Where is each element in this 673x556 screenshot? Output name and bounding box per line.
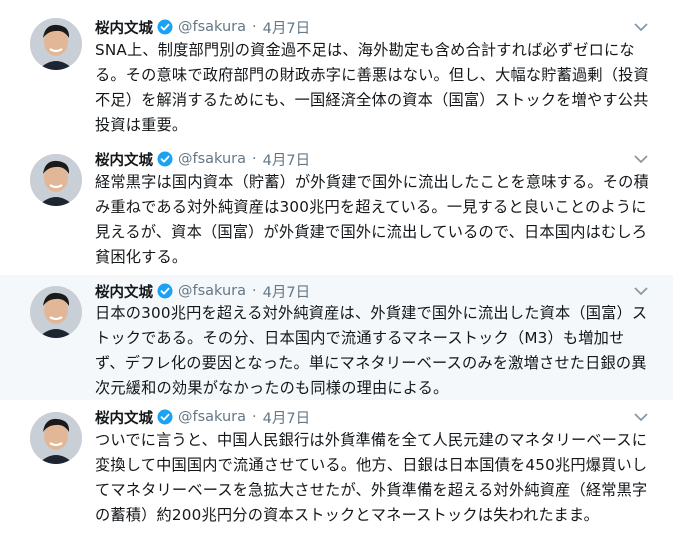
tweet-text-line: み重ねである対外純資産は300兆円を超えている。一見すると良いことのように [95,198,647,216]
separator: · [252,19,257,35]
author-handle[interactable]: @fsakura [178,151,246,167]
tweet[interactable]: 桜内文城 @fsakura · 4月7日 日本の300兆円を超える対外純資産は、… [0,275,673,400]
verified-badge-icon [157,409,173,425]
tweet-text: 日本の300兆円を超える対外純資産は、外貨建で国外に流出した資本（国富）ス トッ… [95,301,655,401]
author-name[interactable]: 桜内文城 [95,149,153,170]
tweet-text-line: SNA上、制度部門別の資金過不足は、海外勘定も含め合計すれば必ずゼロにな [95,41,635,59]
tweet-text-line: 見えるが、資本（国富）が外貨建で国外に流出しているので、日本国内はむしろ [95,223,648,241]
tweet-header: 桜内文城 @fsakura · 4月7日 [95,280,310,302]
tweet-text: SNA上、制度部門別の資金過不足は、海外勘定も含め合計すれば必ずゼロにな る。そ… [95,38,655,138]
verified-badge-icon [157,151,173,167]
verified-badge-icon [157,283,173,299]
chevron-down-icon[interactable] [631,407,651,427]
verified-badge-icon [157,19,173,35]
avatar[interactable] [30,154,82,206]
author-name[interactable]: 桜内文城 [95,281,153,302]
tweet-text-line: る。その意味で政府部門の財政赤字に善悪はない。但し、大幅な貯蓄過剰（投資 [95,66,649,84]
author-handle[interactable]: @fsakura [178,409,246,425]
tweet-text-line: 貧困化する。 [95,248,188,266]
tweet-header: 桜内文城 @fsakura · 4月7日 [95,148,310,170]
tweet-text: ついでに言うと、中国人民銀行は外貨準備を全て人民元建のマネタリーベースに 変換し… [95,428,655,528]
tweet-text-line: ついでに言うと、中国人民銀行は外貨準備を全て人民元建のマネタリーベースに [95,431,648,449]
tweet-text-line: ず、デフレ化の要因となった。単にマネタリーベースのみを激増させた日銀の異 [95,354,647,372]
author-name[interactable]: 桜内文城 [95,17,153,38]
chevron-down-icon[interactable] [631,149,651,169]
avatar[interactable] [30,18,82,70]
tweet[interactable]: 桜内文城 @fsakura · 4月7日 SNA上、制度部門別の資金過不足は、海… [0,0,673,140]
separator: · [252,151,257,167]
tweet-date[interactable]: 4月7日 [263,149,310,170]
tweet-text-line: てマネタリーベースを急拡大させたが、外貨準備を超える対外純資産（経常黒字 [95,481,648,499]
chevron-down-icon[interactable] [631,281,651,301]
tweet-text: 経常黒字は国内資本（貯蓄）が外貨建で国外に流出したことを意味する。その積 み重ね… [95,170,655,270]
tweet-date[interactable]: 4月7日 [263,281,310,302]
tweet-text-line: 不足）を解消するためにも、一国経済全体の資本（国富）ストックを増やす公共 [95,91,649,109]
tweet-text-line: 日本の300兆円を超える対外純資産は、外貨建で国外に流出した資本（国富）ス [95,304,648,322]
author-handle[interactable]: @fsakura [178,283,246,299]
avatar[interactable] [30,412,82,464]
tweet-header: 桜内文城 @fsakura · 4月7日 [95,16,310,38]
tweet[interactable]: 桜内文城 @fsakura · 4月7日 経常黒字は国内資本（貯蓄）が外貨建で国… [0,140,673,275]
tweet-date[interactable]: 4月7日 [263,17,310,38]
tweet-timeline: 桜内文城 @fsakura · 4月7日 SNA上、制度部門別の資金過不足は、海… [0,0,673,556]
tweet-text-line: トックである。その分、日本国内で流通するマネーストック（M3）も増加せ [95,329,625,347]
author-name[interactable]: 桜内文城 [95,407,153,428]
separator: · [252,409,257,425]
tweet-date[interactable]: 4月7日 [263,407,310,428]
chevron-down-icon[interactable] [631,17,651,37]
tweet-text-line: の蓄積）約200兆円分の資本ストックとマネーストックは失われたまま。 [95,506,600,524]
tweet-header: 桜内文城 @fsakura · 4月7日 [95,406,310,428]
tweet-text-line: 投資は重要。 [95,116,188,134]
avatar[interactable] [30,286,82,338]
separator: · [252,283,257,299]
tweet-text-line: 経常黒字は国内資本（貯蓄）が外貨建で国外に流出したことを意味する。その積 [95,173,649,191]
tweet-text-line: 次元緩和の効果がなかったのも同様の理由による。 [95,379,449,397]
tweet[interactable]: 桜内文城 @fsakura · 4月7日 ついでに言うと、中国人民銀行は外貨準備… [0,400,673,556]
tweet-text-line: 変換して中国国内で流通させている。他方、日銀は日本国債を450兆円爆買いし [95,456,648,474]
author-handle[interactable]: @fsakura [178,19,246,35]
